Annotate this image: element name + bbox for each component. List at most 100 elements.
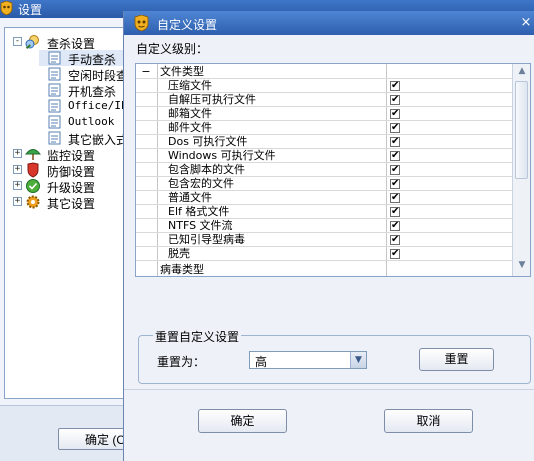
document-icon: [48, 67, 61, 81]
reset-button[interactable]: 重置: [419, 348, 494, 371]
grid-row[interactable]: 邮箱文件 ✔: [136, 107, 512, 121]
dialog-titlebar: 自定义设置 ×: [124, 11, 534, 35]
file-type-checkbox[interactable]: ✔: [390, 193, 400, 203]
grid-hline: [136, 148, 512, 149]
file-type-checkbox[interactable]: ✔: [390, 207, 400, 217]
document-icon: [48, 131, 61, 145]
grid-hline: [136, 120, 512, 121]
file-type-label: 压缩文件: [168, 79, 212, 92]
file-type-grid: − 文件类型 压缩文件 ✔ 自解压可执行文件 ✔ 邮箱文件 ✔ 邮件文件 ✔ Dos 可…: [135, 63, 531, 277]
tree-item-other-embedded[interactable]: 其它嵌入式: [39, 130, 125, 147]
reset-level-select[interactable]: 高 ▼: [249, 351, 367, 369]
settings-tree: - 查杀设置 手动查杀 空闲时段查 开机查杀 Office/IE Outlook…: [4, 27, 126, 399]
scroll-thumb[interactable]: [515, 81, 528, 179]
tree-item-other-settings[interactable]: + 其它设置: [11, 194, 121, 211]
expand-expander-icon[interactable]: +: [13, 149, 22, 158]
document-icon: [48, 83, 61, 97]
scroll-down-icon[interactable]: ▼: [515, 260, 529, 272]
tree-item-label: Office/IE: [68, 99, 126, 112]
grid-hline: [136, 134, 512, 135]
grid-hline: [136, 162, 512, 163]
ok-button[interactable]: 确定: [198, 409, 287, 433]
file-type-checkbox[interactable]: ✔: [390, 137, 400, 147]
grid-group-header[interactable]: 病毒类型: [136, 263, 512, 276]
custom-settings-dialog: 自定义设置 × 自定义级别： − 文件类型 压缩文件 ✔ 自解压可执行文件 ✔ 邮箱…: [123, 11, 534, 461]
scroll-up-icon[interactable]: ▲: [515, 66, 529, 78]
umbrella-icon: [25, 149, 41, 160]
file-type-label: Elf 格式文件: [168, 205, 230, 218]
file-type-label: 脱壳: [168, 247, 190, 260]
file-type-checkbox[interactable]: ✔: [390, 95, 400, 105]
file-type-label: 邮件文件: [168, 121, 212, 134]
file-type-checkbox[interactable]: ✔: [390, 221, 400, 231]
grid-rows: − 文件类型 压缩文件 ✔ 自解压可执行文件 ✔ 邮箱文件 ✔ 邮件文件 ✔ Dos 可…: [136, 64, 512, 276]
grid-row[interactable]: 普通文件 ✔: [136, 191, 512, 205]
grid-hline: [136, 232, 512, 233]
cancel-button[interactable]: 取消: [384, 409, 473, 433]
file-type-label: 已知引导型病毒: [168, 233, 245, 246]
grid-group-header[interactable]: − 文件类型: [136, 65, 512, 79]
document-icon: [48, 115, 61, 129]
expand-expander-icon[interactable]: +: [13, 197, 22, 206]
grid-row[interactable]: 已知引导型病毒 ✔: [136, 233, 512, 247]
document-icon: [48, 99, 61, 113]
grid-row[interactable]: 包含脚本的文件 ✔: [136, 163, 512, 177]
file-type-label: 普通文件: [168, 191, 212, 204]
grid-hline: [136, 190, 512, 191]
reset-level-value: 高: [255, 355, 268, 369]
tree-item-monitor-settings[interactable]: + 监控设置: [11, 146, 121, 163]
file-type-checkbox[interactable]: ✔: [390, 165, 400, 175]
grid-hline: [136, 204, 512, 205]
file-type-label: 邮箱文件: [168, 107, 212, 120]
grid-hline: [136, 92, 512, 93]
tree-item-scan-settings[interactable]: - 查杀设置: [11, 34, 121, 51]
expand-expander-icon[interactable]: +: [13, 165, 22, 174]
file-type-label: 包含脚本的文件: [168, 163, 245, 176]
group-label: 文件类型: [160, 65, 204, 78]
tree-item-defense-settings[interactable]: + 防御设置: [11, 162, 121, 179]
file-type-checkbox[interactable]: ✔: [390, 249, 400, 259]
collapse-expander-icon[interactable]: -: [13, 37, 22, 46]
dialog-title: 自定义设置: [157, 18, 218, 32]
reset-to-label: 重置为：: [157, 355, 206, 369]
grid-scrollbar[interactable]: ▲ ▼: [512, 64, 530, 276]
tree-item-office-ie[interactable]: Office/IE: [39, 98, 125, 114]
update-icon: [26, 179, 40, 193]
file-type-label: Windows 可执行文件: [168, 149, 276, 162]
expand-expander-icon[interactable]: +: [13, 181, 22, 190]
file-type-checkbox[interactable]: ✔: [390, 123, 400, 133]
collapse-icon[interactable]: −: [140, 66, 152, 77]
tree-item-idle-scan[interactable]: 空闲时段查: [39, 66, 125, 83]
grid-row[interactable]: 自解压可执行文件 ✔: [136, 93, 512, 107]
file-type-checkbox[interactable]: ✔: [390, 109, 400, 119]
tree-item-outlook[interactable]: Outlook: [39, 114, 125, 130]
file-type-checkbox[interactable]: ✔: [390, 81, 400, 91]
footer-divider: [124, 389, 534, 390]
grid-row[interactable]: 脱壳 ✔: [136, 247, 512, 261]
grid-hline: [136, 106, 512, 107]
tree-item-update-settings[interactable]: + 升级设置: [11, 178, 121, 195]
file-type-checkbox[interactable]: ✔: [390, 179, 400, 189]
file-type-checkbox[interactable]: ✔: [390, 235, 400, 245]
reset-custom-settings-group: 重置自定义设置 重置为： 高 ▼ 重置: [138, 328, 531, 384]
tree-item-manual-scan[interactable]: 手动查杀: [39, 50, 125, 67]
close-icon[interactable]: ×: [517, 15, 534, 31]
grid-hline: [136, 218, 512, 219]
grid-row[interactable]: Dos 可执行文件 ✔: [136, 135, 512, 149]
document-icon: [48, 51, 61, 65]
chevron-down-icon[interactable]: ▼: [350, 352, 366, 368]
main-window-title: 设置: [18, 3, 43, 17]
custom-level-label: 自定义级别：: [136, 42, 209, 56]
tree-item-boot-scan[interactable]: 开机查杀: [39, 82, 125, 99]
search-shield-icon: [25, 35, 39, 50]
grid-row[interactable]: Elf 格式文件 ✔: [136, 205, 512, 219]
grid-row[interactable]: 压缩文件 ✔: [136, 79, 512, 93]
grid-row[interactable]: NTFS 文件流 ✔: [136, 219, 512, 233]
grid-row[interactable]: 邮件文件 ✔: [136, 121, 512, 135]
grid-row[interactable]: Windows 可执行文件 ✔: [136, 149, 512, 163]
grid-row[interactable]: 包含宏的文件 ✔: [136, 177, 512, 191]
app-logo-icon: [134, 15, 149, 31]
grid-hline: [136, 176, 512, 177]
tree-item-label: Outlook: [68, 115, 115, 128]
file-type-checkbox[interactable]: ✔: [390, 151, 400, 161]
